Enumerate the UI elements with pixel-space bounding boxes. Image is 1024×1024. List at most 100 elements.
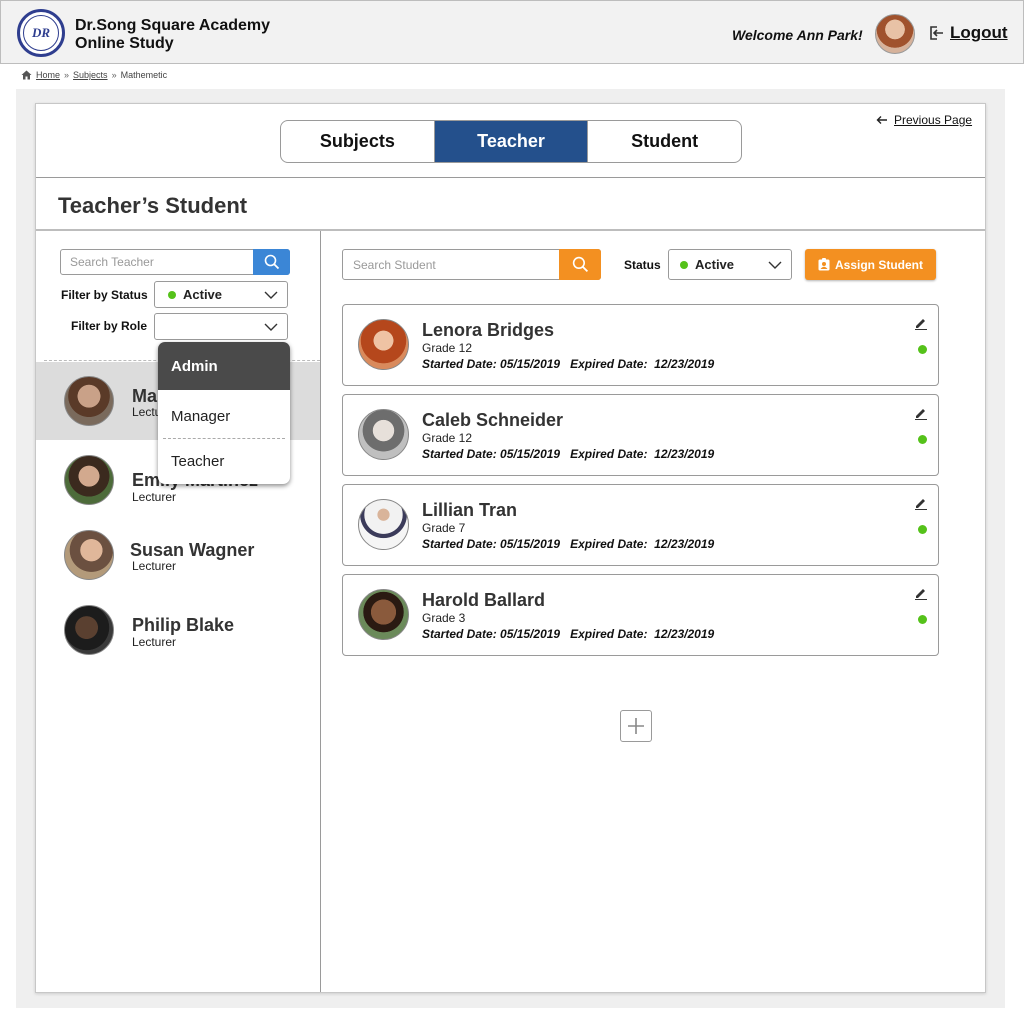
started-date-value: 05/15/2019	[500, 627, 561, 641]
breadcrumb-subjects[interactable]: Subjects	[73, 70, 108, 80]
student-card[interactable]: Caleb Schneider Grade 12 Started Date: 0…	[342, 394, 939, 476]
plus-icon	[628, 718, 644, 734]
assign-user-icon	[818, 258, 830, 271]
tab-subjects[interactable]: Subjects	[281, 121, 435, 162]
assign-student-button[interactable]: Assign Student	[805, 249, 936, 280]
brand-line-1: Dr.Song Square Academy	[75, 17, 271, 34]
student-card[interactable]: Harold Ballard Grade 3 Started Date: 05/…	[342, 574, 939, 656]
expired-date-label: Expired Date:	[570, 357, 648, 371]
divider	[36, 229, 985, 231]
status-active-dot	[918, 435, 927, 444]
panel-divider	[320, 231, 321, 992]
tab-teacher[interactable]: Teacher	[434, 121, 589, 162]
status-active-dot	[918, 615, 927, 624]
started-date-value: 05/15/2019	[500, 537, 561, 551]
search-icon	[264, 254, 279, 270]
filter-status-select[interactable]: Active	[154, 281, 288, 308]
assign-student-label: Assign Student	[834, 257, 923, 272]
status-active-dot	[918, 345, 927, 354]
expired-date-value: 12/23/2019	[654, 627, 715, 641]
student-avatar	[358, 409, 409, 460]
student-search-button[interactable]	[559, 249, 601, 280]
teacher-search-box	[60, 249, 290, 275]
teacher-avatar	[64, 455, 114, 505]
previous-page-link[interactable]: Previous Page	[876, 113, 972, 127]
academy-logo: DR	[17, 9, 65, 57]
student-search-input[interactable]	[343, 250, 558, 279]
teacher-avatar	[64, 530, 114, 580]
status-filter-select[interactable]: Active	[668, 249, 792, 280]
teacher-row[interactable]: Philip Blake Lecturer	[36, 592, 320, 670]
student-name: Caleb Schneider	[422, 410, 564, 430]
teacher-role: Lecturer	[132, 559, 177, 573]
edit-icon[interactable]	[914, 496, 928, 510]
student-avatar	[358, 499, 409, 550]
breadcrumb-home[interactable]: Home	[36, 70, 60, 80]
welcome-message: Welcome Ann Park!	[732, 27, 863, 43]
edit-icon[interactable]	[914, 586, 928, 600]
breadcrumb: Home » Subjects » Mathemetic	[21, 70, 167, 80]
expired-date-value: 12/23/2019	[654, 447, 715, 461]
expired-date-value: 12/23/2019	[654, 357, 715, 371]
teacher-role: Lecturer	[132, 635, 177, 649]
status-filter-label: Status	[624, 258, 661, 272]
student-card[interactable]: Lenora Bridges Grade 12 Started Date: 05…	[342, 304, 939, 386]
logout-button[interactable]: Logout	[927, 23, 1008, 43]
top-header: DR Dr.Song Square Academy Online Study W…	[0, 0, 1024, 64]
student-card[interactable]: Lillian Tran Grade 7 Started Date: 05/15…	[342, 484, 939, 566]
student-grade: Grade 7	[422, 521, 466, 535]
status-active-dot	[168, 290, 176, 299]
role-option-teacher[interactable]: Teacher	[158, 440, 290, 482]
arrow-left-icon	[876, 116, 887, 124]
student-dates: Started Date: 05/15/2019 Expired Date: 1…	[422, 447, 714, 461]
teacher-name: Philip Blake	[132, 615, 235, 635]
role-dropdown-menu: Admin Manager Teacher	[158, 342, 290, 484]
search-icon	[572, 256, 588, 273]
brand-line-2: Online Study	[75, 35, 174, 52]
brand-name: Dr.Song Square Academy Online Study	[75, 17, 270, 53]
filter-role-label: Filter by Role	[71, 319, 148, 333]
expired-date-label: Expired Date:	[570, 627, 648, 641]
teacher-row[interactable]: Susan Wagner Lecturer	[36, 518, 320, 596]
student-avatar	[358, 319, 409, 370]
student-grade: Grade 12	[422, 341, 473, 355]
started-date-label: Started Date:	[422, 537, 497, 551]
breadcrumb-current: Mathemetic	[120, 70, 168, 80]
edit-icon[interactable]	[914, 406, 928, 420]
filter-status-value: Active	[183, 287, 223, 302]
student-search-box	[342, 249, 601, 280]
student-name: Lillian Tran	[422, 500, 518, 520]
role-option-manager[interactable]: Manager	[158, 394, 290, 438]
teacher-search-button[interactable]	[253, 249, 290, 275]
logout-icon	[930, 26, 943, 40]
logo-monogram: DR	[23, 15, 59, 51]
user-avatar[interactable]	[875, 14, 915, 54]
started-date-label: Started Date:	[422, 357, 497, 371]
breadcrumb-separator-icon: »	[64, 70, 70, 80]
edit-icon[interactable]	[914, 316, 928, 330]
teacher-search-input[interactable]	[61, 250, 254, 274]
previous-page-label: Previous Page	[894, 113, 973, 127]
expired-date-label: Expired Date:	[570, 447, 648, 461]
expired-date-label: Expired Date:	[570, 537, 648, 551]
student-name: Lenora Bridges	[422, 320, 555, 340]
started-date-label: Started Date:	[422, 627, 497, 641]
chevron-down-icon	[264, 323, 278, 331]
home-icon	[21, 70, 32, 80]
divider	[163, 438, 285, 439]
tab-student[interactable]: Student	[588, 121, 741, 162]
divider	[36, 177, 985, 178]
started-date-value: 05/15/2019	[500, 357, 561, 371]
student-avatar	[358, 589, 409, 640]
status-filter-value: Active	[695, 257, 735, 272]
teacher-avatar	[64, 376, 114, 426]
chevron-down-icon	[768, 261, 782, 269]
filter-status-label: Filter by Status	[61, 288, 148, 302]
add-student-button[interactable]	[620, 710, 652, 742]
status-active-dot	[680, 260, 688, 269]
student-dates: Started Date: 05/15/2019 Expired Date: 1…	[422, 537, 714, 551]
role-option-admin[interactable]: Admin	[158, 342, 290, 390]
page-title: Teacher’s Student	[58, 193, 248, 218]
student-dates: Started Date: 05/15/2019 Expired Date: 1…	[422, 627, 714, 641]
filter-role-select[interactable]	[154, 313, 288, 340]
